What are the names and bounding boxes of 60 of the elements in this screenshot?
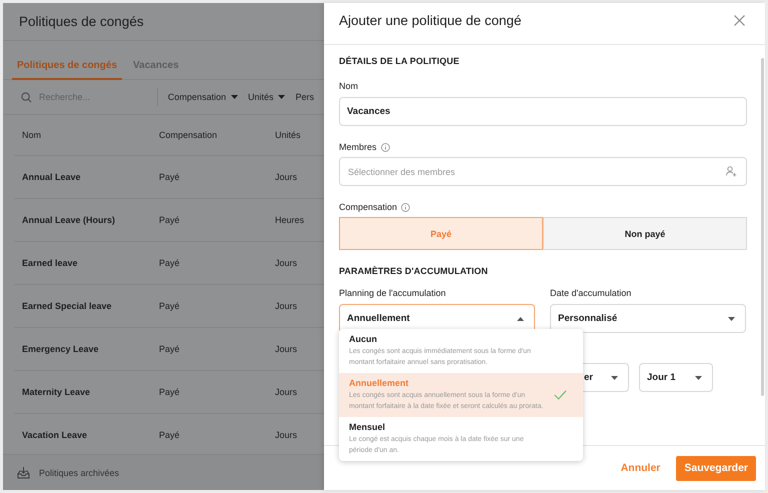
info-icon: [380, 142, 390, 152]
add-user-icon: [726, 166, 737, 177]
section-heading: DÉTAILS DE LA POLITIQUE: [339, 56, 460, 66]
table-cell-text: Payé: [158, 215, 181, 225]
table-cell-text: Annual Leave: [21, 172, 82, 182]
table-cell-text: Jours: [274, 387, 298, 397]
caret-icon: [728, 316, 735, 320]
day-select[interactable]: Jour 1: [639, 363, 713, 392]
archived-link[interactable]: Politiques archivées: [17, 466, 120, 478]
table-cell-text: Emergency Leave: [21, 344, 100, 354]
field-label: Nom: [339, 81, 360, 91]
field-label: Planning de l'accumulation: [339, 288, 447, 298]
table-cell-text: Payé: [158, 344, 181, 354]
filter-dropdown[interactable]: Unités: [248, 92, 286, 102]
search-icon: [21, 92, 32, 102]
field-label: Compensation: [339, 202, 398, 212]
close-icon[interactable]: [734, 15, 745, 26]
column-header: Nom: [21, 130, 42, 140]
filter-dropdown[interactable]: Compensation: [168, 92, 238, 102]
drawer-title: Ajouter une politique de congé: [339, 13, 522, 28]
table-cell-text: Maternity Leave: [21, 387, 92, 397]
filter-dropdown[interactable]: Pers: [295, 92, 314, 102]
section-heading: PARAMÈTRES D'ACCUMULATION: [339, 266, 489, 276]
column-header: Compensation: [158, 130, 218, 140]
info-icon: [401, 202, 410, 212]
caret-icon: [278, 95, 286, 99]
field-label: Membres: [339, 142, 377, 152]
field-label: Date d'accumulation: [550, 288, 632, 298]
caret-icon: [517, 316, 524, 320]
segment-option[interactable]: Non payé: [543, 217, 747, 250]
table-cell-text: Jours: [274, 258, 298, 268]
table-cell-text: Payé: [158, 258, 181, 268]
caret-icon: [611, 376, 618, 380]
table-cell-text: Payé: [158, 172, 181, 182]
check-icon: [554, 390, 567, 400]
tray-icon: [17, 466, 30, 478]
date-select[interactable]: Personnalisé: [550, 304, 746, 333]
save-button[interactable]: Sauvegarder: [676, 456, 756, 480]
option-title: Mensuel: [349, 422, 386, 432]
table-cell-text: Earned Special leave: [21, 301, 113, 311]
table-cell-text: Earned leave: [21, 258, 79, 268]
table-cell-text: Vacation Leave: [21, 430, 88, 440]
name-field[interactable]: Vacances: [339, 97, 747, 126]
table-cell-text: Jours: [274, 430, 298, 440]
cancel-button[interactable]: Annuler: [614, 461, 666, 475]
option-title: Annuellement: [349, 378, 410, 388]
table-cell-text: Payé: [158, 387, 181, 397]
table-cell-text: Jours: [274, 301, 298, 311]
table-cell-text: Annual Leave (Hours): [21, 215, 116, 225]
page-title: Politiques de congés: [19, 14, 144, 29]
caret-icon: [695, 376, 702, 380]
option-title: Aucun: [349, 334, 378, 344]
table-cell-text: Payé: [158, 301, 181, 311]
caret-icon: [230, 95, 238, 99]
column-header: Unités: [274, 130, 301, 140]
table-cell-text: Payé: [158, 430, 181, 440]
members-field[interactable]: Sélectionner des membres: [339, 157, 747, 186]
table-cell-text: Jours: [274, 172, 298, 182]
table-cell-text: Heures: [274, 215, 304, 225]
table-cell-text: Jours: [274, 344, 298, 354]
